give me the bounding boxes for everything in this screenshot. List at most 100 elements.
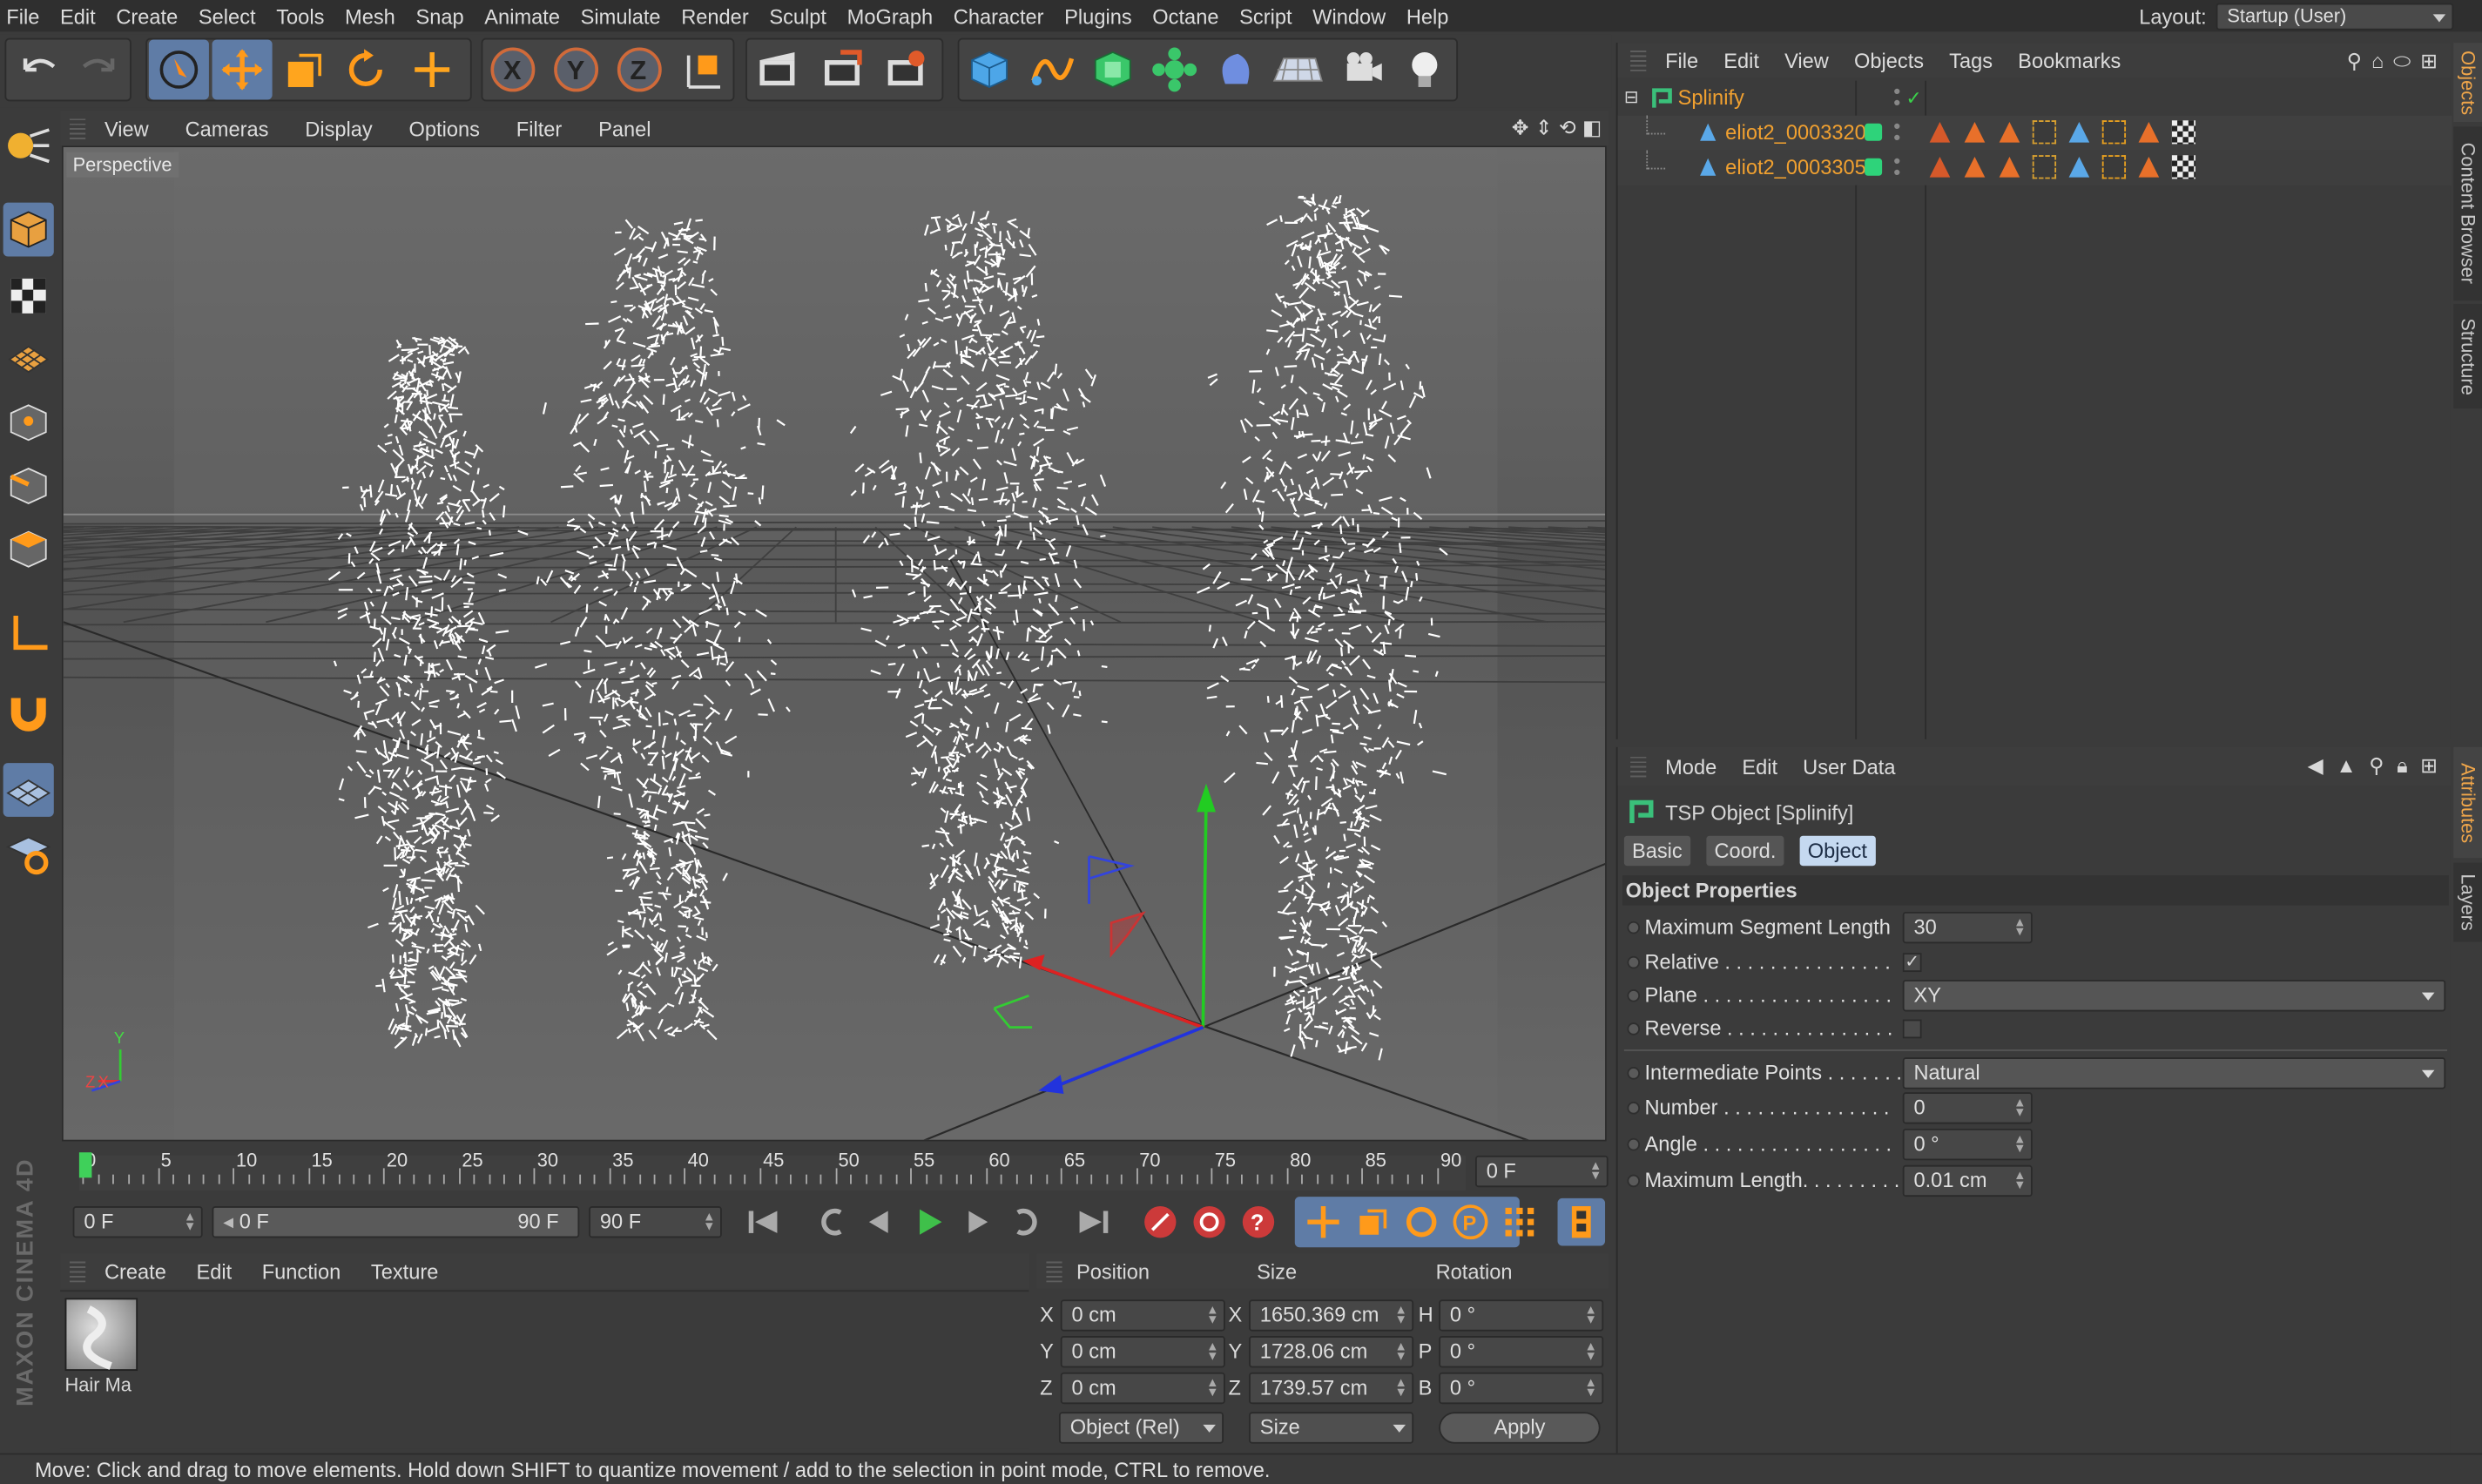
rotation-h-field[interactable]: 0 ° ▲ ▼ [1439, 1299, 1604, 1332]
add-transform-icon[interactable] [402, 39, 462, 99]
goto-previous-key-icon[interactable] [807, 1198, 855, 1246]
pan-icon[interactable]: ✥ [1512, 116, 1529, 141]
layout-select[interactable]: Startup (User) [2216, 2, 2454, 30]
attribute-menu-edit[interactable]: Edit [1742, 754, 1777, 778]
rotate-icon[interactable] [335, 39, 395, 99]
property-field[interactable]: 0 ▲ ▼ [1902, 1092, 2033, 1124]
tab-content-browser[interactable]: Content Browser [2453, 126, 2482, 301]
object-row[interactable]: eliot2_0003320 ● ● [1617, 115, 2452, 151]
axis-mode-icon[interactable] [3, 604, 54, 658]
workplane-mode-icon[interactable] [3, 333, 54, 387]
rotation-b-field[interactable]: 0 ° ▲ ▼ [1439, 1372, 1604, 1405]
size-y-field[interactable]: 1728.06 cm ▲ ▼ [1249, 1336, 1414, 1368]
goto-start-icon[interactable] [741, 1198, 789, 1246]
search-icon[interactable]: ⚲ [2369, 753, 2384, 779]
position-x-field[interactable]: 0 cm ▲ ▼ [1060, 1299, 1225, 1332]
playhead-marker[interactable] [78, 1152, 92, 1178]
tab-coord[interactable]: Coord. [1706, 835, 1784, 867]
tag-icon[interactable] [2171, 120, 2196, 145]
spline-pen-icon[interactable] [1021, 39, 1081, 99]
property-field[interactable]: 30 ▲ ▼ [1902, 911, 2033, 944]
preview-range-slider[interactable]: ◂ 0 F 90 F [212, 1206, 580, 1238]
record-keys-icon[interactable] [1136, 1198, 1184, 1246]
property-dropdown[interactable]: Natural [1902, 1057, 2446, 1089]
object-name[interactable]: eliot2_0003305 [1725, 151, 1866, 186]
tag-icon[interactable] [1928, 155, 1952, 179]
menu-animate[interactable]: Animate [478, 4, 574, 28]
render-picture-viewer-icon[interactable] [812, 39, 872, 99]
animate-dot[interactable] [1627, 921, 1641, 934]
previous-frame-icon[interactable] [855, 1198, 903, 1246]
key-position-icon[interactable] [1299, 1198, 1347, 1246]
tag-icon[interactable] [2032, 120, 2057, 145]
tag-icon[interactable] [2067, 120, 2091, 144]
material-menu-edit[interactable]: Edit [196, 1259, 232, 1283]
viewport-menu-panel[interactable]: Panel [598, 117, 651, 140]
maximize-icon[interactable]: ◧ [1582, 116, 1602, 141]
goto-end-icon[interactable] [1069, 1198, 1116, 1246]
back-arrow-icon[interactable]: ◀ [2308, 753, 2324, 779]
edges-mode-icon[interactable] [3, 459, 54, 513]
tag-icon[interactable] [2032, 155, 2057, 179]
points-mode-icon[interactable] [3, 395, 54, 449]
keyframe-selection-icon[interactable]: ? [1235, 1198, 1283, 1246]
menu-render[interactable]: Render [675, 4, 763, 28]
property-checkbox[interactable]: ✓ [1902, 953, 1922, 973]
menu-simulate[interactable]: Simulate [574, 4, 675, 28]
property-dropdown[interactable]: XY [1902, 980, 2446, 1012]
magnet-icon[interactable] [3, 684, 54, 738]
layer-color-swatch[interactable] [1865, 89, 1882, 106]
tab-basic[interactable]: Basic [1623, 835, 1690, 867]
polygons-mode-icon[interactable] [3, 523, 54, 577]
animate-dot[interactable] [1627, 1137, 1641, 1151]
viewport-menu-view[interactable]: View [105, 117, 149, 140]
visibility-dots[interactable]: ● ● [1893, 119, 1901, 143]
tab-structure[interactable]: Structure [2453, 303, 2482, 408]
object-menu-edit[interactable]: Edit [1723, 48, 1759, 71]
texture-mode-icon[interactable] [3, 269, 54, 323]
menu-window[interactable]: Window [1306, 4, 1400, 28]
camera-icon[interactable] [1332, 39, 1393, 99]
tag-icon[interactable] [1998, 155, 2021, 179]
property-checkbox[interactable] [1902, 1019, 1922, 1039]
menu-edit[interactable]: Edit [54, 4, 110, 28]
max-frame-field[interactable]: 90 F ▲ ▼ [589, 1206, 722, 1238]
scale-icon[interactable] [273, 39, 334, 99]
menu-tools[interactable]: Tools [270, 4, 339, 28]
visibility-dots[interactable]: ● ● [1893, 84, 1901, 108]
timeline-window-icon[interactable] [1557, 1197, 1606, 1246]
object-row[interactable]: ⊟ Splinify ● ● ✓ [1618, 81, 2452, 116]
rotation-p-field[interactable]: 0 ° ▲ ▼ [1439, 1336, 1604, 1368]
tab-attributes[interactable]: Attributes [2453, 746, 2482, 859]
object-row[interactable]: eliot2_0003305 ● ● [1617, 150, 2452, 186]
new-window-icon[interactable]: ⊞ [2420, 49, 2438, 74]
material-menu-function[interactable]: Function [262, 1259, 341, 1283]
tag-icon[interactable] [2137, 120, 2161, 144]
viewport-perspective[interactable]: Y Z X Perspective [61, 145, 1607, 1142]
animate-dot[interactable] [1627, 955, 1641, 969]
key-scale-icon[interactable] [1349, 1198, 1397, 1246]
menu-sculpt[interactable]: Sculpt [763, 4, 840, 28]
size-x-field[interactable]: 1650.369 cm ▲ ▼ [1249, 1299, 1414, 1332]
tag-icon[interactable] [1928, 120, 1952, 144]
property-field[interactable]: 0.01 cm ▲ ▼ [1902, 1164, 2033, 1197]
animate-dot[interactable] [1627, 1022, 1641, 1035]
visibility-dots[interactable]: ● ● [1893, 154, 1901, 178]
menu-create[interactable]: Create [110, 4, 192, 28]
workplane-icon[interactable] [3, 763, 54, 817]
menu-octane[interactable]: Octane [1146, 4, 1233, 28]
current-frame-field[interactable]: 0 F ▲ ▼ [1475, 1155, 1609, 1188]
collapse-toggle-icon[interactable]: ⊟ [1624, 81, 1639, 116]
tag-icon[interactable] [2171, 155, 2196, 179]
layer-color-swatch[interactable] [1865, 123, 1883, 141]
attribute-menu-mode[interactable]: Mode [1665, 754, 1716, 778]
menu-select[interactable]: Select [192, 4, 270, 28]
orbit-icon[interactable]: ⟲ [1559, 116, 1576, 141]
tag-icon[interactable] [2101, 120, 2127, 145]
tag-icon[interactable] [1963, 155, 1986, 179]
next-frame-icon[interactable] [954, 1198, 1002, 1246]
tag-icon[interactable] [1998, 120, 2021, 144]
play-icon[interactable] [906, 1198, 954, 1246]
z-axis-lock-icon[interactable]: Z [610, 39, 670, 99]
object-menu-view[interactable]: View [1784, 48, 1829, 71]
